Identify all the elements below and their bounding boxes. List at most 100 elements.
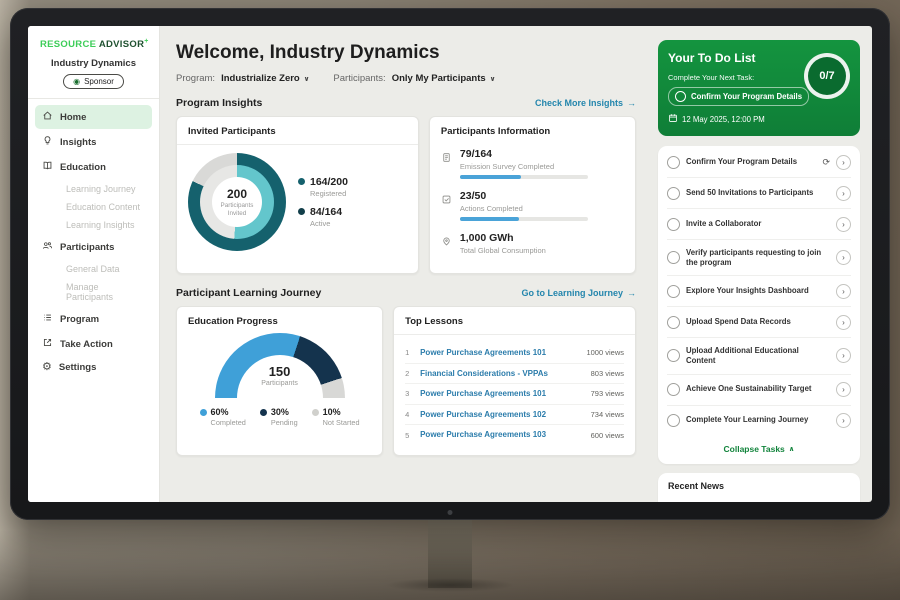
sidebar-item-learning-insights[interactable]: Learning Insights [35,216,152,234]
gauge-text: 150 Participants [215,364,345,387]
location-pin-icon [441,234,452,259]
stat-label: Emission Survey Completed [460,162,588,171]
task-checkbox[interactable] [667,218,680,231]
gauge-label: Participants [215,380,345,387]
task-chevron-icon[interactable]: › [836,217,851,232]
donut-legend: 164/200 Registered 84/164 Active [298,168,348,236]
top-lessons-card: Top Lessons 1 Power Purchase Agreements … [393,306,636,456]
task-chevron-icon[interactable]: › [836,155,851,170]
legend-dot [298,178,305,185]
participants-filter-dropdown[interactable]: Only My Participants ∨ [392,73,496,84]
insights-cards-row: Invited Participants 200 Participants In… [176,116,636,274]
sidebar-item-settings[interactable]: ⚙ Settings [35,357,152,378]
program-filter-dropdown[interactable]: Industrialize Zero ∨ [221,73,309,84]
sidebar-item-insights[interactable]: Insights [35,130,152,154]
sidebar-item-program[interactable]: Program [35,307,152,331]
lesson-link[interactable]: Financial Considerations - VPPAs [420,369,584,379]
task-checkbox[interactable] [667,187,680,200]
check-more-insights-link[interactable]: Check More Insights → [535,98,636,108]
section-title: Program Insights [176,97,262,109]
sidebar-item-take-action[interactable]: Take Action [35,332,152,356]
lesson-link[interactable]: Power Purchase Agreements 101 [420,389,584,399]
task-row[interactable]: Invite a Collaborator › [667,209,851,240]
brand-logo: RESOURCE ADVISOR+ [28,36,159,54]
lesson-views: 734 views [591,410,624,419]
lesson-link[interactable]: Power Purchase Agreements 102 [420,410,584,420]
sidebar-item-education-content[interactable]: Education Content [35,198,152,216]
task-checkbox[interactable] [667,414,680,427]
task-checkbox[interactable] [667,251,680,264]
task-row[interactable]: Verify participants requesting to join t… [667,240,851,276]
task-chevron-icon[interactable]: › [836,284,851,299]
legend-item-registered: 164/200 Registered [298,176,348,198]
sidebar-item-label: Participants [60,242,114,253]
next-task-due: 12 May 2025, 12:00 PM [668,113,850,125]
task-checkbox[interactable] [667,156,680,169]
sidebar-item-general-data[interactable]: General Data [35,260,152,278]
legend-item-not-started: 10% Not Started [312,407,360,427]
sidebar-divider [28,98,159,99]
stat-emission-survey: 79/164 Emission Survey Completed [441,148,624,179]
task-checkbox[interactable] [667,316,680,329]
sponsor-badge[interactable]: ◉ Sponsor [63,74,124,89]
task-row[interactable]: Upload Additional Educational Content › [667,338,851,374]
lesson-row: 5 Power Purchase Agreements 103 600 view… [405,425,624,445]
todo-summary-card: Your To Do List Complete Your Next Task:… [658,40,860,136]
sidebar-item-label: Insights [60,137,96,148]
invited-participants-card: Invited Participants 200 Participants In… [176,116,419,274]
sidebar-item-label: Take Action [60,339,113,350]
next-task-chip[interactable]: Confirm Your Program Details [668,87,809,106]
donut-center-label: Participants Invited [216,202,258,218]
lesson-link[interactable]: Power Purchase Agreements 103 [420,430,584,440]
sidebar-nav: Home Insights Education Learning Journey… [28,105,159,378]
task-row[interactable]: Confirm Your Program Details ⟳ › [667,147,851,178]
sidebar-item-education[interactable]: Education [35,155,152,179]
todo-tasks-card: Confirm Your Program Details ⟳ › Send 50… [658,146,860,464]
stat-label: Total Global Consumption [460,246,546,255]
task-row[interactable]: Send 50 Invitations to Participants › [667,178,851,209]
lesson-views: 793 views [591,389,624,398]
lesson-views: 1000 views [586,348,624,357]
task-chevron-icon[interactable]: › [836,250,851,265]
dashboard-screen: RESOURCE ADVISOR+ Industry Dynamics ◉ Sp… [28,26,872,502]
task-checkbox[interactable] [667,383,680,396]
go-to-learning-journey-link[interactable]: Go to Learning Journey → [521,288,636,298]
sidebar-item-label: Settings [59,362,96,373]
legend-dot [260,409,267,416]
sidebar-item-home[interactable]: Home [35,105,152,129]
recent-news-title: Recent News [668,481,724,491]
lesson-link[interactable]: Power Purchase Agreements 101 [420,348,579,358]
task-row[interactable]: Complete Your Learning Journey › [667,406,851,436]
brand-logo-part1: RESOURCE [40,39,96,50]
task-chevron-icon[interactable]: › [836,413,851,428]
desk-shadow [0,530,900,600]
chevron-up-icon: ∧ [789,445,795,453]
education-gauge-chart: 150 Participants 60% Completed 30% [188,333,371,427]
task-checkbox[interactable] [667,285,680,298]
lesson-row: 2 Financial Considerations - VPPAs 803 v… [405,364,624,385]
sidebar-item-manage-participants[interactable]: Manage Participants [35,278,152,306]
card-divider [394,334,635,335]
recent-news-card[interactable]: Recent News [658,473,860,503]
card-title: Education Progress [188,316,371,327]
task-chevron-icon[interactable]: › [836,348,851,363]
participants-filter-label: Participants: [333,73,385,84]
sponsor-icon: ◉ [73,78,80,86]
task-chevron-icon[interactable]: › [836,315,851,330]
task-row[interactable]: Explore Your Insights Dashboard › [667,276,851,307]
task-checkbox[interactable] [675,91,686,102]
sidebar-item-learning-journey[interactable]: Learning Journey [35,180,152,198]
task-chevron-icon[interactable]: › [836,186,851,201]
task-checkbox[interactable] [667,349,680,362]
participants-filter-value: Only My Participants [392,73,486,84]
task-chevron-icon[interactable]: › [836,382,851,397]
progress-fill [460,217,519,221]
task-row[interactable]: Achieve One Sustainability Target › [667,375,851,406]
learning-journey-section-header: Participant Learning Journey Go to Learn… [176,287,636,299]
program-filter-label: Program: [176,73,215,84]
collapse-tasks-button[interactable]: Collapse Tasks ∧ [667,436,851,463]
task-row[interactable]: Upload Spend Data Records › [667,307,851,338]
sidebar-item-participants[interactable]: Participants [35,235,152,259]
sidebar: RESOURCE ADVISOR+ Industry Dynamics ◉ Sp… [28,26,160,502]
section-title: Participant Learning Journey [176,287,321,299]
